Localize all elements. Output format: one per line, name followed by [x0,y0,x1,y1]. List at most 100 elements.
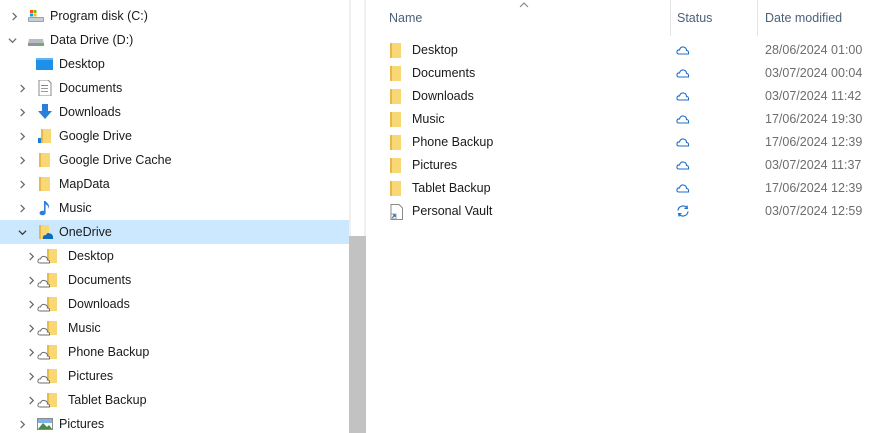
chevron-right-icon[interactable] [16,412,28,433]
nav-item-label: Pictures [68,369,114,383]
scrollbar-track-upper[interactable] [351,0,364,236]
chevron-right-icon[interactable] [16,100,28,124]
chevron-right-icon[interactable] [16,148,28,172]
chevron-right-icon[interactable] [8,4,20,28]
file-date: 17/06/2024 19:30 [765,112,863,126]
chevron-right-icon[interactable] [25,340,37,364]
downloads-icon [38,104,52,119]
file-row-documents[interactable]: Documents 03/07/2024 00:04 [366,62,887,85]
cloud-folder-icon [37,249,57,264]
nav-item-program-disk[interactable]: Program disk (C:) [0,4,349,28]
chevron-right-icon[interactable] [25,316,37,340]
column-header-status[interactable]: Status [677,0,712,36]
nav-item-mapdata[interactable]: MapData [0,172,349,196]
nav-item-onedrive[interactable]: OneDrive [0,220,349,244]
file-name: Downloads [412,89,474,103]
file-row-downloads[interactable]: Downloads 03/07/2024 11:42 [366,85,887,108]
nav-item-google-drive[interactable]: Google Drive [0,124,349,148]
chevron-right-icon[interactable] [25,292,37,316]
file-date: 17/06/2024 12:39 [765,135,863,149]
nav-item-onedrive-tablet-backup[interactable]: Tablet Backup [0,388,349,412]
cloud-icon [676,46,690,55]
nav-item-onedrive-downloads[interactable]: Downloads [0,292,349,316]
nav-item-label: Program disk (C:) [50,9,148,23]
column-header-date-modified[interactable]: Date modified [765,0,842,36]
drive-icon [28,39,44,46]
file-name: Documents [412,66,476,80]
nav-item-onedrive-desktop[interactable]: Desktop [0,244,349,268]
music-icon [39,201,50,216]
nav-item-onedrive-phone-backup[interactable]: Phone Backup [0,340,349,364]
nav-item-label: Phone Backup [68,345,150,359]
chevron-right-icon[interactable] [16,172,28,196]
folder-icon [390,158,401,173]
cloud-icon [676,138,690,147]
shortcut-file-icon [390,204,403,220]
nav-item-label: Google Drive [59,129,132,143]
sync-icon [677,205,689,217]
file-date: 28/06/2024 01:00 [765,43,863,57]
cloud-folder-icon [37,321,57,336]
file-row-tablet-backup[interactable]: Tablet Backup 17/06/2024 12:39 [366,177,887,200]
folder-icon [390,89,401,104]
chevron-down-icon[interactable] [6,28,18,52]
file-name: Tablet Backup [412,181,491,195]
folder-icon [39,153,50,167]
nav-item-label: MapData [59,177,110,191]
nav-item-google-drive-cache[interactable]: Google Drive Cache [0,148,349,172]
chevron-right-icon[interactable] [25,364,37,388]
drive-c-icon [28,10,44,22]
cloud-icon [676,69,690,78]
sort-ascending-icon [519,2,529,8]
nav-item-onedrive-music[interactable]: Music [0,316,349,340]
file-date: 03/07/2024 12:59 [765,204,863,218]
chevron-right-icon[interactable] [25,388,37,412]
nav-item-label: Downloads [68,297,130,311]
file-name: Personal Vault [412,204,493,218]
file-row-phone-backup[interactable]: Phone Backup 17/06/2024 12:39 [366,131,887,154]
nav-item-music[interactable]: Music [0,196,349,220]
file-row-music[interactable]: Music 17/06/2024 19:30 [366,108,887,131]
file-row-personal-vault[interactable]: Personal Vault 03/07/2024 12:59 [366,200,887,223]
column-header-name[interactable]: Name [389,0,422,36]
column-divider[interactable] [757,0,758,36]
chevron-right-icon[interactable] [16,196,28,220]
nav-item-downloads[interactable]: Downloads [0,100,349,124]
cloud-icon [676,184,690,193]
nav-item-label: Tablet Backup [68,393,147,407]
onedrive-folder-icon [39,225,54,239]
desktop-icon [36,58,53,70]
file-name: Desktop [412,43,458,57]
file-row-desktop[interactable]: Desktop 28/06/2024 01:00 [366,39,887,62]
nav-item-label: Google Drive Cache [59,153,172,167]
file-name: Phone Backup [412,135,494,149]
folder-icon [390,112,401,127]
chevron-right-icon[interactable] [25,268,37,292]
chevron-down-icon[interactable] [16,220,28,244]
nav-item-documents[interactable]: Documents [0,76,349,100]
scrollbar-thumb[interactable] [349,236,366,433]
chevron-right-icon[interactable] [16,124,28,148]
chevron-right-icon[interactable] [16,76,28,100]
file-date: 03/07/2024 11:37 [765,158,862,172]
navigation-scrollbar[interactable] [349,0,366,433]
nav-item-label: Data Drive (D:) [50,33,134,47]
column-divider[interactable] [670,0,671,36]
cloud-icon [676,161,690,170]
documents-icon [38,80,52,96]
folder-icon [390,181,401,196]
nav-item-data-drive[interactable]: Data Drive (D:) [0,28,349,52]
nav-item-label: Downloads [59,105,121,119]
nav-item-label: Desktop [59,57,105,71]
file-date: 03/07/2024 11:42 [765,89,862,103]
nav-item-onedrive-documents[interactable]: Documents [0,268,349,292]
file-date: 17/06/2024 12:39 [765,181,863,195]
chevron-right-icon[interactable] [25,244,37,268]
nav-item-label: OneDrive [59,225,112,239]
nav-item-pictures[interactable]: Pictures [0,412,349,433]
nav-item-label: Desktop [68,249,114,263]
file-row-pictures[interactable]: Pictures 03/07/2024 11:37 [366,154,887,177]
file-name: Pictures [412,158,458,172]
nav-item-desktop[interactable]: Desktop [0,52,349,76]
nav-item-onedrive-pictures[interactable]: Pictures [0,364,349,388]
